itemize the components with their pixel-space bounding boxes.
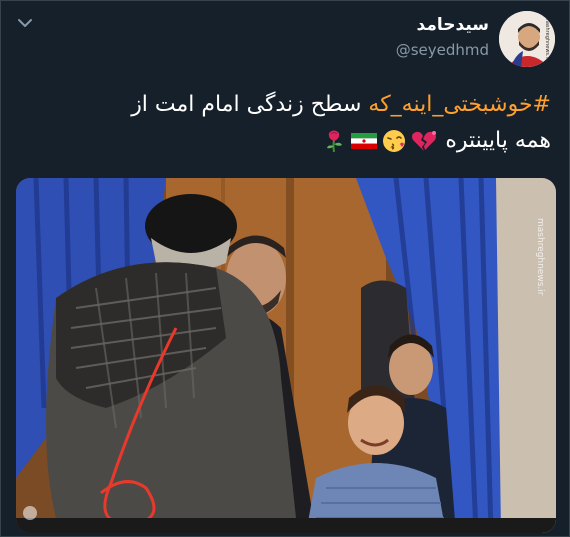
tweet-text: #خوشبختی_اینه_که سطح زندگی امام امت از ه… xyxy=(21,87,551,159)
rose-icon xyxy=(320,129,348,153)
tweet-card[interactable]: mashreghnews.ir سیدحامد @seyedhmd #خوشبخ… xyxy=(0,0,570,537)
chevron-down-icon[interactable] xyxy=(15,13,35,33)
photo-watermark: mashreghnews.ir xyxy=(535,218,545,296)
display-name[interactable]: سیدحامد xyxy=(417,15,489,35)
iran-flag-icon xyxy=(350,129,378,153)
user-handle[interactable]: @seyedhmd xyxy=(396,41,489,59)
tweet-photo[interactable]: mashreghnews.ir xyxy=(16,178,556,533)
avatar-watermark: mashreghnews.ir xyxy=(544,17,550,61)
tweet-text-rest: سطح زندگی امام امت از xyxy=(131,92,369,117)
tasnim-logo-icon xyxy=(23,506,37,520)
broken-heart-icon xyxy=(410,129,438,153)
kissing-face-icon xyxy=(380,129,408,153)
tweet-text-line2: همه پایینتره xyxy=(438,128,551,153)
tweet-text-line-2: همه پایینتره xyxy=(21,123,551,159)
avatar[interactable]: mashreghnews.ir xyxy=(499,11,555,67)
tweet-text-line-1: #خوشبختی_اینه_که سطح زندگی امام امت از xyxy=(21,87,551,123)
hashtag-link[interactable]: #خوشبختی_اینه_که xyxy=(368,92,551,117)
